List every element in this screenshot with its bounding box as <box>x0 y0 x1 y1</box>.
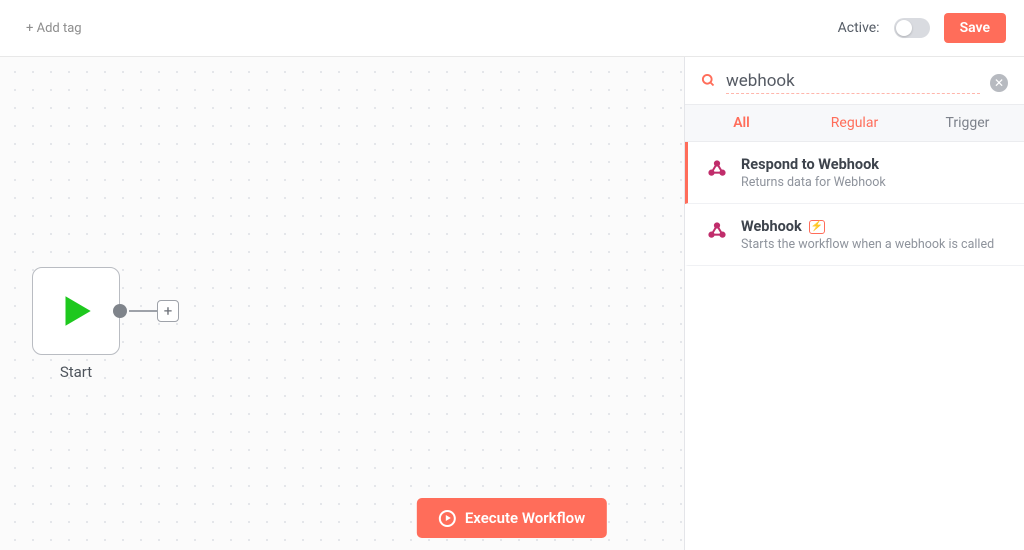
tab-all[interactable]: All <box>685 105 798 141</box>
result-title-text: Webhook <box>741 218 802 235</box>
result-item-webhook[interactable]: Webhook ⚡ Starts the workflow when a web… <box>685 204 1024 266</box>
play-circle-icon <box>439 510 456 527</box>
close-panel-button[interactable]: ✕ <box>990 74 1008 92</box>
start-node-group: + Start <box>32 267 120 381</box>
active-label: Active: <box>838 20 880 36</box>
result-text: Respond to Webhook Returns data for Webh… <box>741 156 886 190</box>
add-node-button[interactable]: + <box>157 300 179 322</box>
result-title: Respond to Webhook <box>741 156 886 173</box>
trigger-badge-icon: ⚡ <box>809 220 825 234</box>
main-area: + Start Execute Workflow ✕ All Regular T… <box>0 56 1024 550</box>
search-results: Respond to Webhook Returns data for Webh… <box>685 142 1024 550</box>
node-search-panel: ✕ All Regular Trigger <box>684 57 1024 550</box>
search-row: ✕ <box>685 57 1024 104</box>
result-description: Starts the workflow when a webhook is ca… <box>741 237 994 252</box>
result-text: Webhook ⚡ Starts the workflow when a web… <box>741 218 994 252</box>
topbar-right: Active: Save <box>838 13 1006 43</box>
connector-line <box>129 310 157 312</box>
active-toggle[interactable] <box>894 18 930 38</box>
result-item-respond-to-webhook[interactable]: Respond to Webhook Returns data for Webh… <box>685 142 1024 204</box>
search-tabs: All Regular Trigger <box>685 104 1024 142</box>
node-search-input[interactable] <box>726 71 980 94</box>
start-node[interactable]: + <box>32 267 120 355</box>
start-node-label: Start <box>32 363 120 381</box>
webhook-icon <box>706 158 728 180</box>
search-icon <box>701 73 716 92</box>
save-button[interactable]: Save <box>944 13 1006 43</box>
toggle-knob <box>896 20 912 36</box>
tab-trigger[interactable]: Trigger <box>911 105 1024 141</box>
add-tag-button[interactable]: + Add tag <box>26 21 82 36</box>
result-title-text: Respond to Webhook <box>741 156 879 173</box>
result-description: Returns data for Webhook <box>741 175 886 190</box>
webhook-icon <box>706 220 728 242</box>
output-port[interactable] <box>113 304 127 318</box>
result-title: Webhook ⚡ <box>741 218 994 235</box>
execute-workflow-button[interactable]: Execute Workflow <box>417 498 607 538</box>
topbar: + Add tag Active: Save <box>0 0 1024 56</box>
execute-workflow-label: Execute Workflow <box>465 509 585 527</box>
play-icon <box>55 290 97 332</box>
tab-regular[interactable]: Regular <box>798 105 911 141</box>
